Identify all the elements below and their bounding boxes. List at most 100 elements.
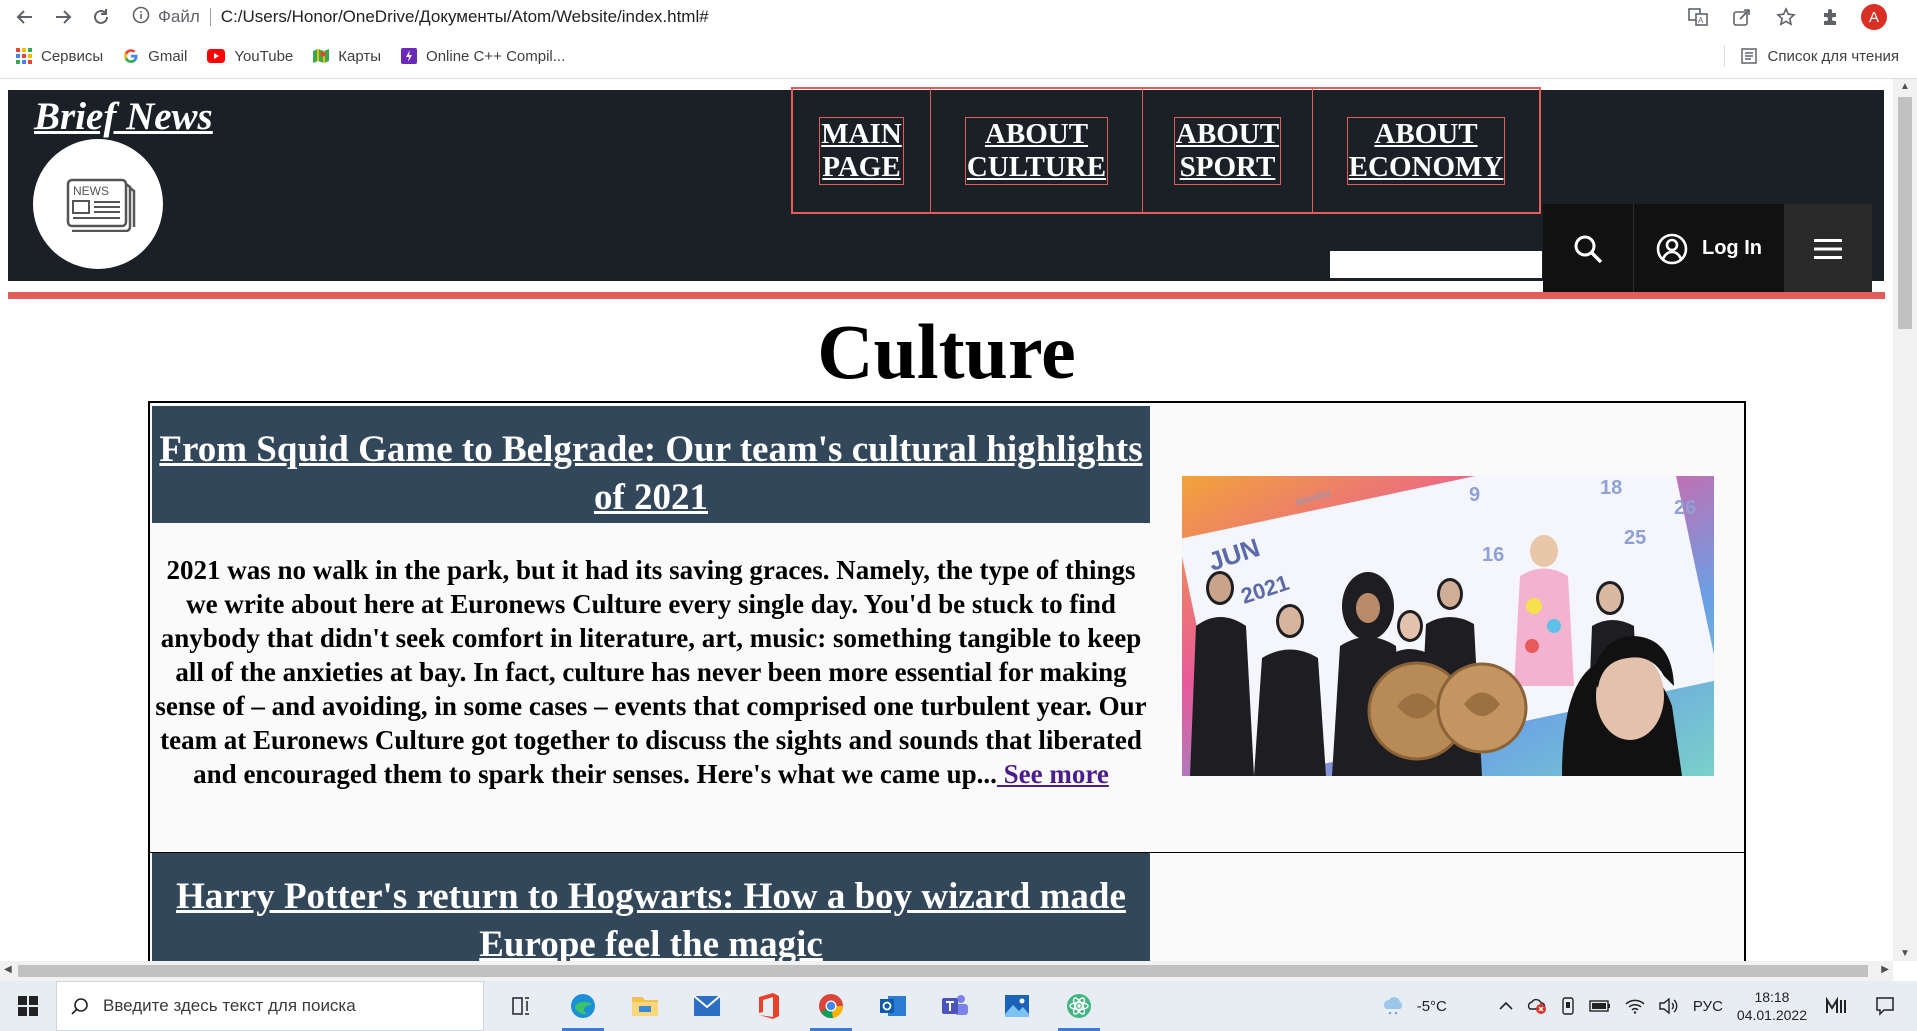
article-card: Harry Potter's return to Hogwarts: How a… bbox=[150, 853, 1744, 961]
extensions-icon[interactable] bbox=[1817, 4, 1843, 30]
bookmark-label: Сервисы bbox=[41, 47, 104, 65]
weather-temperature: -5°C bbox=[1416, 997, 1447, 1015]
site-search-button[interactable] bbox=[1543, 204, 1633, 293]
reading-list-button[interactable]: Список для чтения bbox=[1724, 34, 1899, 78]
chrome-icon[interactable] bbox=[800, 981, 862, 1031]
scroll-up-icon[interactable]: ▲ bbox=[1900, 81, 1910, 92]
toolbar-actions: A A bbox=[1685, 0, 1917, 34]
photos-icon[interactable] bbox=[986, 981, 1048, 1031]
menu-item-main-page[interactable]: MAIN PAGE bbox=[793, 89, 931, 212]
input-language[interactable]: РУС bbox=[1693, 998, 1723, 1015]
hamburger-menu-button[interactable] bbox=[1784, 204, 1872, 293]
bookmark-star-icon[interactable] bbox=[1773, 4, 1799, 30]
calendar-day: 9 bbox=[1469, 484, 1480, 506]
compiler-icon bbox=[401, 48, 418, 64]
translate-icon[interactable]: A bbox=[1685, 4, 1711, 30]
clock-time: 18:18 bbox=[1754, 989, 1790, 1005]
menu-label[interactable]: ABOUT SPORT bbox=[1173, 116, 1282, 185]
bookmark-online-cpp[interactable]: Online C++ Compil... bbox=[401, 48, 565, 65]
article-headline-link[interactable]: Harry Potter's return to Hogwarts: How a… bbox=[152, 853, 1150, 961]
horizontal-scrollbar[interactable]: ◀ ▶ bbox=[0, 961, 1893, 981]
info-icon[interactable] bbox=[132, 6, 150, 29]
taskbar-search-box[interactable]: Введите здесь текст для поиска bbox=[56, 981, 484, 1031]
chevron-up-icon[interactable] bbox=[1499, 1001, 1513, 1011]
file-scheme-label: Файл bbox=[158, 7, 200, 26]
article-image[interactable]: JUN 2021 Monday 9 16 18 25 26 bbox=[1178, 435, 1720, 784]
menu-item-about-economy[interactable]: ABOUT ECONOMY bbox=[1313, 89, 1539, 212]
see-more-link[interactable]: See more bbox=[997, 759, 1109, 789]
user-circle-icon bbox=[1656, 233, 1688, 264]
article-headline-link[interactable]: From Squid Game to Belgrade: Our team's … bbox=[152, 406, 1150, 523]
forward-icon[interactable] bbox=[50, 4, 76, 30]
taskbar-search-placeholder: Введите здесь текст для поиска bbox=[103, 996, 356, 1015]
start-button[interactable] bbox=[0, 981, 56, 1031]
search-icon bbox=[71, 998, 88, 1015]
ime-icon[interactable] bbox=[1825, 997, 1847, 1015]
scroll-left-icon[interactable]: ◀ bbox=[4, 964, 12, 975]
menu-item-about-sport[interactable]: ABOUT SPORT bbox=[1143, 89, 1313, 212]
newspaper-icon: NEWS bbox=[66, 178, 136, 232]
teams-icon[interactable] bbox=[924, 981, 986, 1031]
hamburger-icon bbox=[1814, 238, 1842, 259]
security-alert-icon[interactable] bbox=[1527, 997, 1547, 1015]
login-button[interactable]: Log In bbox=[1633, 204, 1784, 293]
edge-icon[interactable] bbox=[552, 981, 614, 1031]
bookmark-gmail[interactable]: Gmail bbox=[123, 48, 187, 65]
device-icon[interactable] bbox=[1561, 997, 1575, 1015]
volume-icon[interactable] bbox=[1659, 998, 1679, 1014]
scrollbar-thumb[interactable] bbox=[1898, 97, 1912, 329]
bookmark-services[interactable]: Сервисы bbox=[16, 48, 103, 65]
menu-label[interactable]: ABOUT ECONOMY bbox=[1346, 116, 1506, 185]
page-viewport: Brief News NEWS MAIN PAGE ABOUT CULTURE … bbox=[0, 79, 1893, 961]
bookmark-label: Карты bbox=[338, 47, 382, 65]
office-icon[interactable] bbox=[738, 981, 800, 1031]
menu-label[interactable]: MAIN PAGE bbox=[819, 116, 904, 185]
file-explorer-icon[interactable] bbox=[614, 981, 676, 1031]
bookmark-youtube[interactable]: YouTube bbox=[207, 48, 293, 65]
address-bar[interactable]: Файл C:/Users/Honor/OneDrive/Документы/A… bbox=[132, 2, 1652, 32]
page-title: Culture bbox=[817, 308, 1076, 395]
weather-widget[interactable]: -5°C bbox=[1381, 996, 1447, 1016]
system-tray: -5°C РУС 18:18 04.01.2022 bbox=[1381, 981, 1917, 1031]
notifications-icon[interactable] bbox=[1875, 996, 1895, 1016]
google-icon bbox=[124, 49, 138, 63]
wifi-icon[interactable] bbox=[1625, 998, 1645, 1014]
bookmark-label: Online C++ Compil... bbox=[426, 47, 566, 65]
vertical-scrollbar[interactable]: ▲ ▼ bbox=[1893, 79, 1917, 961]
share-icon[interactable] bbox=[1729, 4, 1755, 30]
news-logo[interactable]: NEWS bbox=[33, 139, 163, 269]
bookmarks-divider bbox=[1724, 45, 1726, 67]
profile-avatar[interactable]: A bbox=[1861, 4, 1887, 30]
reload-icon[interactable] bbox=[88, 4, 114, 30]
maps-icon bbox=[313, 49, 330, 63]
weather-snow-icon bbox=[1383, 997, 1402, 1015]
site-brand-link[interactable]: Brief News bbox=[34, 94, 213, 139]
header-divider bbox=[8, 292, 1885, 299]
battery-icon[interactable] bbox=[1589, 1000, 1611, 1012]
scrollbar-thumb[interactable] bbox=[18, 965, 1868, 977]
scroll-down-icon[interactable]: ▼ bbox=[1900, 948, 1910, 959]
system-clock[interactable]: 18:18 04.01.2022 bbox=[1737, 988, 1807, 1024]
search-icon bbox=[1574, 235, 1603, 263]
menu-item-about-culture[interactable]: ABOUT CULTURE bbox=[931, 89, 1143, 212]
windows-taskbar: Введите здесь текст для поиска -5°C РУС … bbox=[0, 981, 1917, 1031]
windows-logo-icon bbox=[18, 996, 38, 1016]
task-view-icon[interactable] bbox=[490, 981, 552, 1031]
reading-list-icon bbox=[1741, 48, 1758, 64]
mail-icon[interactable] bbox=[676, 981, 738, 1031]
bookmark-maps[interactable]: Карты bbox=[313, 48, 381, 65]
site-search-input[interactable] bbox=[1330, 251, 1542, 278]
calendar-day: 16 bbox=[1482, 544, 1504, 566]
back-icon[interactable] bbox=[12, 4, 38, 30]
menu-label[interactable]: ABOUT CULTURE bbox=[964, 116, 1109, 185]
atom-icon[interactable] bbox=[1048, 981, 1110, 1031]
calendar-day: 25 bbox=[1624, 527, 1646, 549]
login-label: Log In bbox=[1702, 237, 1762, 259]
scroll-right-icon[interactable]: ▶ bbox=[1881, 964, 1889, 975]
outlook-icon[interactable] bbox=[862, 981, 924, 1031]
url-text[interactable]: C:/Users/Honor/OneDrive/Документы/Atom/W… bbox=[221, 7, 709, 27]
calendar-day: 18 bbox=[1600, 477, 1622, 499]
article-summary: 2021 was no walk in the park, but it had… bbox=[152, 553, 1150, 791]
bookmark-label: Gmail bbox=[148, 47, 188, 65]
site-header: Brief News NEWS MAIN PAGE ABOUT CULTURE … bbox=[8, 87, 1884, 293]
